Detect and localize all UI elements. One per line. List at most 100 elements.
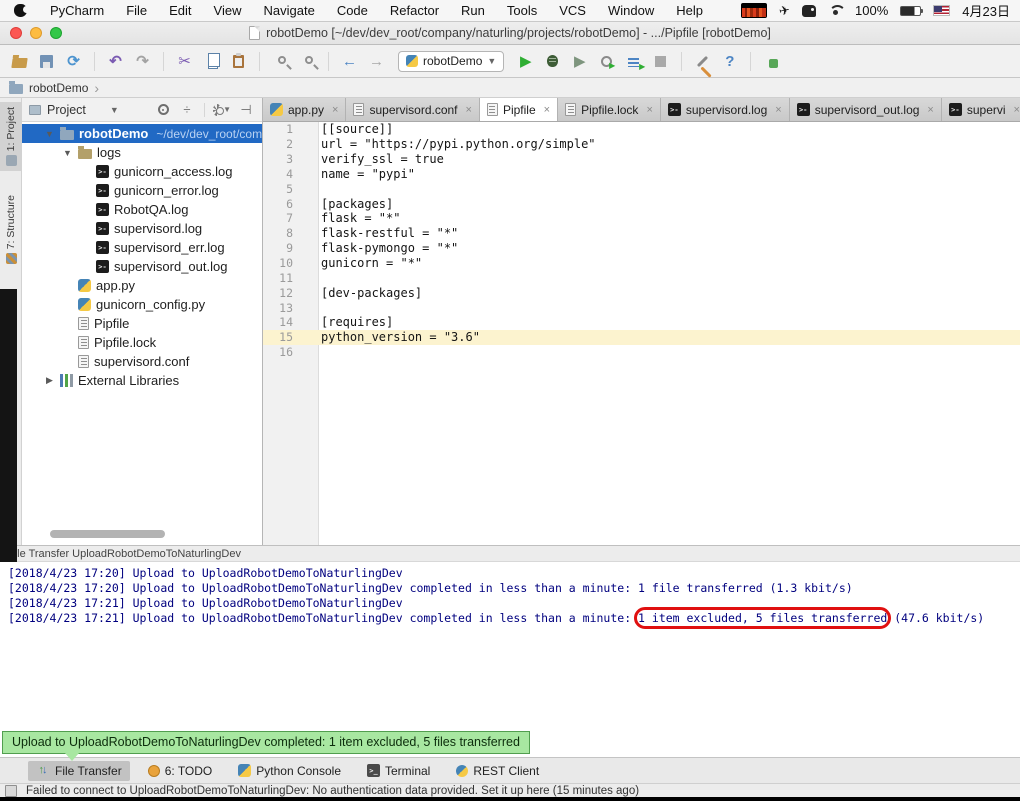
chevron-down-icon[interactable]: ▼ (110, 105, 119, 115)
code-line[interactable]: 7 flask = "*" (263, 211, 1020, 226)
toolwindow-tab[interactable]: Python Console (230, 761, 349, 781)
profile-button[interactable] (595, 50, 618, 73)
settings-button[interactable] (691, 50, 714, 73)
cpu-meter-icon[interactable] (741, 3, 768, 18)
toolwindow-switcher-icon[interactable] (5, 784, 17, 797)
sync-button[interactable] (62, 50, 85, 73)
close-icon[interactable]: × (544, 104, 550, 116)
tree-expand-icon[interactable] (44, 375, 55, 386)
code-line[interactable]: 16 (263, 345, 1020, 360)
editor-tab[interactable]: app.py × (263, 98, 347, 121)
paper-plane-icon[interactable]: ✈ (778, 2, 792, 20)
navigate-back-button[interactable] (338, 50, 361, 73)
menubar-item[interactable]: Window (597, 3, 665, 18)
help-button[interactable] (718, 50, 741, 73)
editor-tab[interactable]: supervi × (941, 98, 1020, 121)
project-structure-button[interactable] (760, 50, 783, 73)
code-line[interactable]: 15 python_version = "3.6" (263, 329, 1020, 345)
locate-file-button[interactable] (154, 101, 172, 119)
menubar-item[interactable]: Code (326, 3, 379, 18)
collapse-all-button[interactable]: ÷ (178, 101, 196, 119)
sidebar-item-structure[interactable]: 7: Structure (0, 190, 22, 269)
editor-tab[interactable]: supervisord.conf × (346, 98, 480, 121)
toolwindow-tab[interactable]: 6: TODO (140, 761, 221, 781)
panel-settings-button[interactable]: ▼ (213, 101, 231, 119)
menubar-item[interactable]: View (203, 3, 253, 18)
code-line[interactable]: 4 name = "pypi" (263, 167, 1020, 182)
horizontal-scrollbar[interactable] (50, 530, 165, 538)
tree-expand-icon[interactable] (44, 129, 55, 139)
status-message[interactable]: Failed to connect to UploadRobotDemoToNa… (26, 785, 639, 797)
tree-row[interactable]: RobotQA.log (22, 200, 262, 219)
cut-button[interactable] (173, 50, 196, 73)
toolwindow-tab[interactable]: REST Client (448, 761, 547, 781)
menubar-item[interactable]: File (115, 3, 158, 18)
tree-row[interactable]: supervisord.log (22, 219, 262, 238)
apple-menu-icon[interactable] (14, 4, 30, 17)
close-icon[interactable]: × (1014, 104, 1020, 116)
tree-row[interactable]: gunicorn_config.py (22, 295, 262, 314)
tree-expand-icon[interactable] (62, 148, 73, 158)
toolwindow-tab[interactable]: Terminal (359, 761, 438, 781)
close-icon[interactable]: × (775, 104, 781, 116)
wifi-icon[interactable] (828, 5, 847, 16)
file-transfer-console[interactable]: [2018/4/23 17:20] Upload to UploadRobotD… (0, 562, 1020, 757)
menubar-item[interactable]: Navigate (253, 3, 326, 18)
code-line[interactable]: 13 (263, 300, 1020, 315)
editor-tab[interactable]: Pipfile × (479, 98, 559, 121)
sidebar-item-project[interactable]: 1: Project (0, 102, 22, 172)
project-panel-title[interactable]: Project (47, 103, 86, 117)
battery-icon[interactable] (900, 5, 924, 16)
navigate-forward-button[interactable] (365, 50, 388, 73)
menubar-item[interactable]: PyCharm (39, 3, 115, 18)
menubar-item[interactable]: Help (665, 3, 714, 18)
tree-row[interactable]: supervisord_err.log (22, 238, 262, 257)
close-icon[interactable]: × (332, 104, 338, 116)
find-usages-button[interactable] (296, 50, 319, 73)
paste-button[interactable] (227, 50, 250, 73)
editor-tab[interactable]: Pipfile.lock × (558, 98, 661, 121)
editor-tab[interactable]: supervisord_out.log × (789, 98, 942, 121)
code-line[interactable]: 11 (263, 270, 1020, 285)
breadcrumb-item[interactable]: robotDemo (29, 81, 88, 95)
code-line[interactable]: 2 url = "https://pypi.python.org/simple" (263, 137, 1020, 152)
tree-row[interactable]: app.py (22, 276, 262, 295)
code-line[interactable]: 5 (263, 181, 1020, 196)
menubar-item[interactable]: Run (450, 3, 496, 18)
close-icon[interactable]: × (927, 104, 933, 116)
close-icon[interactable]: × (646, 104, 652, 116)
tree-row[interactable]: logs (22, 143, 262, 162)
minimize-window-button[interactable] (30, 27, 42, 39)
hide-panel-button[interactable]: ⊣ (237, 101, 255, 119)
code-line[interactable]: 1 [[source]] (263, 122, 1020, 137)
run-config-selector[interactable]: robotDemo ▼ (398, 50, 505, 72)
input-language-flag-icon[interactable] (933, 5, 951, 16)
tree-row[interactable]: supervisord_out.log (22, 257, 262, 276)
debug-button[interactable] (541, 50, 564, 73)
code-line[interactable]: 10 gunicorn = "*" (263, 256, 1020, 271)
tree-row[interactable]: supervisord.conf (22, 352, 262, 371)
code-line[interactable]: 6 [packages] (263, 196, 1020, 211)
tree-row[interactable]: gunicorn_error.log (22, 181, 262, 200)
save-button[interactable] (35, 50, 58, 73)
open-button[interactable] (8, 50, 31, 73)
run-python-console-button[interactable] (622, 50, 645, 73)
tree-row[interactable]: External Libraries (22, 371, 262, 390)
menubar-item[interactable]: Refactor (379, 3, 450, 18)
tree-row[interactable]: gunicorn_access.log (22, 162, 262, 181)
menubar-item[interactable]: VCS (548, 3, 597, 18)
run-button[interactable] (514, 50, 537, 73)
tree-row[interactable]: Pipfile.lock (22, 333, 262, 352)
find-button[interactable] (269, 50, 292, 73)
evernote-icon[interactable] (802, 4, 817, 17)
code-editor[interactable]: 1 [[source]] 2 url = "https://pypi.pytho… (263, 122, 1020, 545)
editor-tab[interactable]: supervisord.log × (660, 98, 790, 121)
menubar-date[interactable]: 4月23日 (962, 1, 1010, 20)
tree-row[interactable]: robotDemo ~/dev/dev_root/com (22, 124, 262, 143)
close-icon[interactable]: × (466, 104, 472, 116)
code-line[interactable]: 14 [requires] (263, 315, 1020, 330)
copy-button[interactable] (200, 50, 223, 73)
code-line[interactable]: 12 [dev-packages] (263, 285, 1020, 300)
tree-row[interactable]: Pipfile (22, 314, 262, 333)
stop-button[interactable] (649, 50, 672, 73)
